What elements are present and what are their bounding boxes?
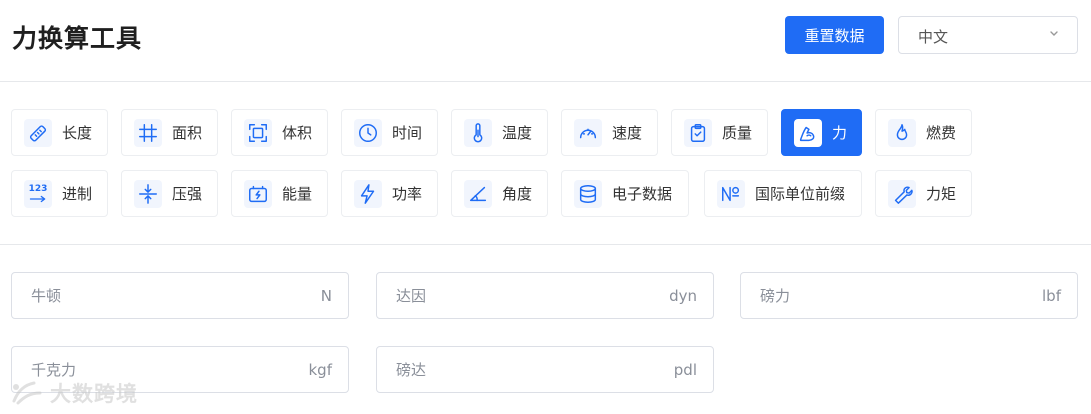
category-label: 力 xyxy=(832,124,848,142)
newton-field[interactable]: N xyxy=(11,272,349,319)
unit-label: N xyxy=(320,287,332,305)
category-energy[interactable]: 能量 xyxy=(231,170,328,217)
category-label: 质量 xyxy=(722,124,753,142)
category-label: 进制 xyxy=(62,185,93,203)
unit-label: dyn xyxy=(669,287,697,305)
pound-force-field[interactable]: lbf xyxy=(740,272,1078,319)
watermark-logo-icon xyxy=(12,381,42,405)
watermark: 大数跨境 xyxy=(8,378,138,408)
hashtag-icon xyxy=(134,118,162,147)
pound-force-input[interactable] xyxy=(741,273,1077,318)
clock-icon xyxy=(354,118,382,147)
category-label: 国际单位前缀 xyxy=(755,185,846,203)
category-speed[interactable]: 速度 xyxy=(561,109,658,156)
number-base-icon-text: 123 xyxy=(28,183,48,194)
wrench-icon xyxy=(888,179,916,208)
category-label: 温度 xyxy=(502,124,533,142)
category-pressure[interactable]: 压强 xyxy=(121,170,218,217)
category-label: 能量 xyxy=(282,185,313,203)
category-mass[interactable]: 质量 xyxy=(671,109,768,156)
number-base-icon: 123 xyxy=(24,179,52,208)
page-title: 力换算工具 xyxy=(12,24,143,53)
category-fuel[interactable]: 燃费 xyxy=(875,109,972,156)
category-label: 速度 xyxy=(612,124,643,142)
category-data[interactable]: 电子数据 xyxy=(561,170,689,217)
category-power[interactable]: 功率 xyxy=(341,170,438,217)
thermometer-icon xyxy=(464,118,492,147)
newton-input[interactable] xyxy=(12,273,348,318)
category-label: 时间 xyxy=(392,124,423,142)
compress-icon xyxy=(134,179,162,208)
reset-data-button[interactable]: 重置数据 xyxy=(785,16,884,54)
language-select[interactable]: 中文 xyxy=(898,16,1078,54)
battery-charge-icon xyxy=(244,179,272,208)
category-number-base[interactable]: 123 进制 xyxy=(11,170,108,217)
angle-icon xyxy=(464,179,492,208)
ruler-icon xyxy=(24,118,52,147)
lightning-icon xyxy=(354,179,382,208)
unit-label: pdl xyxy=(673,361,697,379)
database-icon xyxy=(574,179,602,208)
category-label: 压强 xyxy=(172,185,203,203)
category-volume[interactable]: 体积 xyxy=(231,109,328,156)
category-time[interactable]: 时间 xyxy=(341,109,438,156)
category-label: 体积 xyxy=(282,124,313,142)
category-label: 燃费 xyxy=(926,124,957,142)
category-label: 面积 xyxy=(172,124,203,142)
unit-label: kgf xyxy=(308,361,333,379)
unit-label: lbf xyxy=(1042,287,1061,305)
watermark-text: 大数跨境 xyxy=(50,382,138,406)
dyne-input[interactable] xyxy=(377,273,713,318)
category-torque[interactable]: 力矩 xyxy=(875,170,972,217)
arm-muscle-icon xyxy=(794,118,822,147)
category-si-prefix[interactable]: 国际单位前缀 xyxy=(704,170,862,217)
category-label: 电子数据 xyxy=(612,185,673,203)
chevron-down-icon xyxy=(1050,31,1058,36)
category-length[interactable]: 长度 xyxy=(11,109,108,156)
clipboard-check-icon xyxy=(684,118,712,147)
cube-frame-icon xyxy=(244,118,272,147)
numero-icon xyxy=(717,179,745,208)
category-angle[interactable]: 角度 xyxy=(451,170,548,217)
category-label: 长度 xyxy=(62,124,93,142)
dyne-field[interactable]: dyn xyxy=(376,272,714,319)
category-force[interactable]: 力 xyxy=(781,109,862,156)
category-grid: 长度 面积 体积 时间 温度 速度 质量 力 燃费 123 进制 压强 能量 功… xyxy=(0,82,1091,245)
flame-icon xyxy=(888,118,916,147)
header: 力换算工具 重置数据 中文 xyxy=(0,0,1091,82)
category-label: 力矩 xyxy=(926,185,957,203)
poundal-input[interactable] xyxy=(377,347,713,392)
category-label: 角度 xyxy=(502,185,533,203)
category-area[interactable]: 面积 xyxy=(121,109,218,156)
category-label: 功率 xyxy=(392,185,423,203)
language-value: 中文 xyxy=(918,28,949,46)
speedometer-icon xyxy=(574,118,602,147)
poundal-field[interactable]: pdl xyxy=(376,346,714,393)
category-temperature[interactable]: 温度 xyxy=(451,109,548,156)
